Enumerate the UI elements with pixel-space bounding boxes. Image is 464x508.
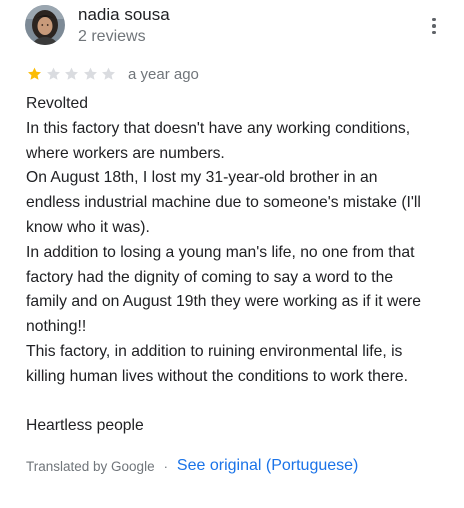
star-empty-icon — [46, 67, 60, 80]
review-line: where workers are numbers. — [26, 144, 225, 162]
review-line: This factory, in addition to ruining env… — [26, 342, 403, 360]
avatar[interactable] — [25, 5, 65, 45]
more-vert-icon — [432, 17, 436, 22]
star-empty-icon — [83, 67, 97, 80]
avatar-photo-icon — [25, 5, 65, 45]
review-line: family and on August 19th they were work… — [26, 293, 422, 311]
review-line: In this factory that doesn't have any wo… — [26, 119, 411, 137]
review-line: On August 18th, I lost my 31-year-old br… — [26, 169, 378, 187]
star-rating — [26, 66, 119, 82]
review-line: In addition to losing a young man's life… — [26, 243, 415, 261]
more-options-button[interactable] — [424, 15, 444, 37]
author-review-count[interactable]: 2 reviews — [78, 27, 146, 46]
review-line: know who it was). — [26, 218, 150, 236]
more-vert-icon-dot — [432, 24, 436, 28]
translated-by-label: Translated by Google — [26, 458, 155, 474]
review-line: killing human lives without the conditio… — [26, 367, 408, 385]
more-vert-icon-dot — [432, 30, 436, 35]
review-time: a year ago — [128, 66, 199, 83]
review-line — [26, 390, 456, 415]
review-line: nothing!! — [26, 318, 87, 336]
translation-row: Translated by Google · See original (Por… — [26, 457, 358, 475]
review-line: endless industrial machine due to someon… — [26, 194, 421, 212]
star-empty-icon — [65, 67, 78, 80]
star-empty-icon — [102, 67, 115, 80]
separator-dot: · — [163, 458, 168, 474]
review-line: Heartless people — [26, 417, 144, 435]
review-text: Revolted In this factory that doesn't hav… — [26, 92, 456, 439]
review-line: factory had the dignity of coming to say… — [26, 268, 394, 286]
see-original-link[interactable]: See original (Portuguese) — [177, 457, 358, 475]
star-filled-icon — [28, 67, 41, 80]
review-line: Revolted — [26, 95, 88, 112]
review-card: nadia sousa 2 reviews a year ago Revolte… — [0, 0, 464, 508]
author-name[interactable]: nadia sousa — [78, 5, 170, 25]
